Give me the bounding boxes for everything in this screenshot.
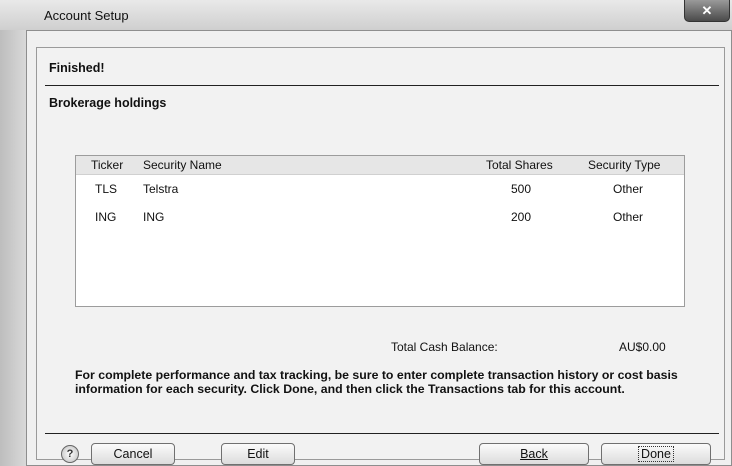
table-row[interactable]: ING ING 200 Other: [76, 204, 684, 230]
close-icon: ✕: [701, 2, 713, 18]
security-name-cell: ING: [143, 210, 165, 224]
security-type-cell: Other: [613, 182, 644, 196]
ticker-cell: ING: [95, 210, 117, 224]
window-frame: [0, 30, 26, 466]
holdings-table[interactable]: Ticker Security Name Total Shares Securi…: [75, 155, 685, 307]
column-ticker[interactable]: Ticker: [91, 158, 123, 172]
info-text: For complete performance and tax trackin…: [75, 368, 678, 396]
table-header: Ticker Security Name Total Shares Securi…: [76, 156, 684, 175]
dialog-content: Finished! Brokerage holdings Ticker Secu…: [26, 30, 732, 466]
edit-button-label: Edit: [247, 447, 269, 461]
cancel-button-label: Cancel: [113, 447, 153, 461]
window-title: Account Setup: [44, 8, 129, 23]
title-bar[interactable]: Account Setup ✕: [0, 0, 732, 30]
edit-button[interactable]: Edit: [221, 443, 295, 465]
total-shares-cell: 200: [511, 210, 532, 224]
ticker-cell: TLS: [95, 182, 118, 196]
total-cash-balance-label: Total Cash Balance:: [391, 340, 498, 354]
column-security-type[interactable]: Security Type: [588, 158, 660, 172]
back-button[interactable]: Back: [479, 443, 589, 465]
column-security-name[interactable]: Security Name: [143, 158, 222, 172]
account-setup-window: Account Setup ✕ Finished! Brokerage hold…: [0, 0, 732, 466]
security-type-cell: Other: [613, 210, 644, 224]
setup-pane: Finished! Brokerage holdings Ticker Secu…: [36, 47, 725, 465]
cancel-button[interactable]: Cancel: [91, 443, 175, 465]
total-shares-cell: 500: [511, 182, 532, 196]
brokerage-holdings-heading: Brokerage holdings: [49, 96, 167, 110]
finished-heading: Finished!: [49, 61, 105, 75]
total-cash-balance-value: AU$0.00: [619, 340, 666, 354]
help-icon[interactable]: ?: [61, 445, 79, 463]
divider-bottom: [45, 433, 719, 434]
close-button[interactable]: ✕: [684, 0, 730, 22]
column-total-shares[interactable]: Total Shares: [486, 158, 553, 172]
divider-top: [45, 85, 719, 86]
done-button-label: Done: [638, 446, 674, 462]
security-name-cell: Telstra: [143, 182, 179, 196]
table-row[interactable]: TLS Telstra 500 Other: [76, 176, 684, 202]
back-button-label: Back: [520, 447, 548, 461]
done-button[interactable]: Done: [601, 443, 711, 465]
